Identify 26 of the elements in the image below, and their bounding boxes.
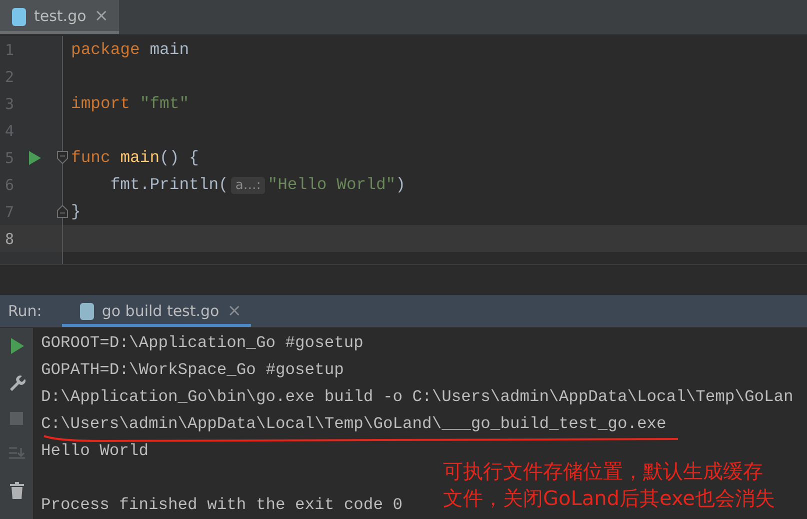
console-line: Process finished with the exit code 0: [41, 494, 403, 516]
line-number: 8: [4, 230, 16, 248]
code-line: import "fmt": [70, 94, 190, 113]
wrench-icon[interactable]: [8, 373, 26, 391]
annotation-note: 可执行文件存储位置，默认生成缓存文件，关闭GoLand后其exe也会消失: [443, 458, 776, 512]
close-icon[interactable]: ×: [94, 6, 109, 26]
fold-icon[interactable]: [57, 151, 68, 164]
console-line: GOPATH=D:\WorkSpace_Go #gosetup: [41, 359, 344, 381]
console-line: Hello World: [41, 440, 148, 462]
run-label: Run:: [7, 302, 43, 320]
code-line: package main: [70, 40, 190, 59]
run-tab[interactable]: go build test.go ×: [62, 295, 252, 327]
file-tab[interactable]: test.go ×: [0, 0, 119, 34]
console-line: C:\Users\admin\AppData\Local\Temp\GoLand\___go_build_test_go.exe: [41, 413, 666, 435]
trash-icon[interactable]: [10, 482, 24, 498]
file-icon: [12, 6, 26, 26]
code-line: }: [70, 202, 81, 221]
console-line: GOROOT=D:\Application_Go #gosetup: [41, 332, 364, 354]
fold-icon[interactable]: [57, 205, 68, 218]
close-icon[interactable]: ×: [227, 301, 242, 321]
code-line: fmt.Println( a…: "Hello World"): [109, 175, 406, 194]
code-line: func main() {: [70, 148, 199, 167]
run-icon[interactable]: [29, 150, 41, 164]
console-line: D:\Application_Go\bin\go.exe build -o C:\Users\admin\AppData\Local\Temp\GoLan: [41, 386, 794, 408]
run-icon[interactable]: [10, 338, 24, 354]
file-icon: [80, 302, 94, 320]
